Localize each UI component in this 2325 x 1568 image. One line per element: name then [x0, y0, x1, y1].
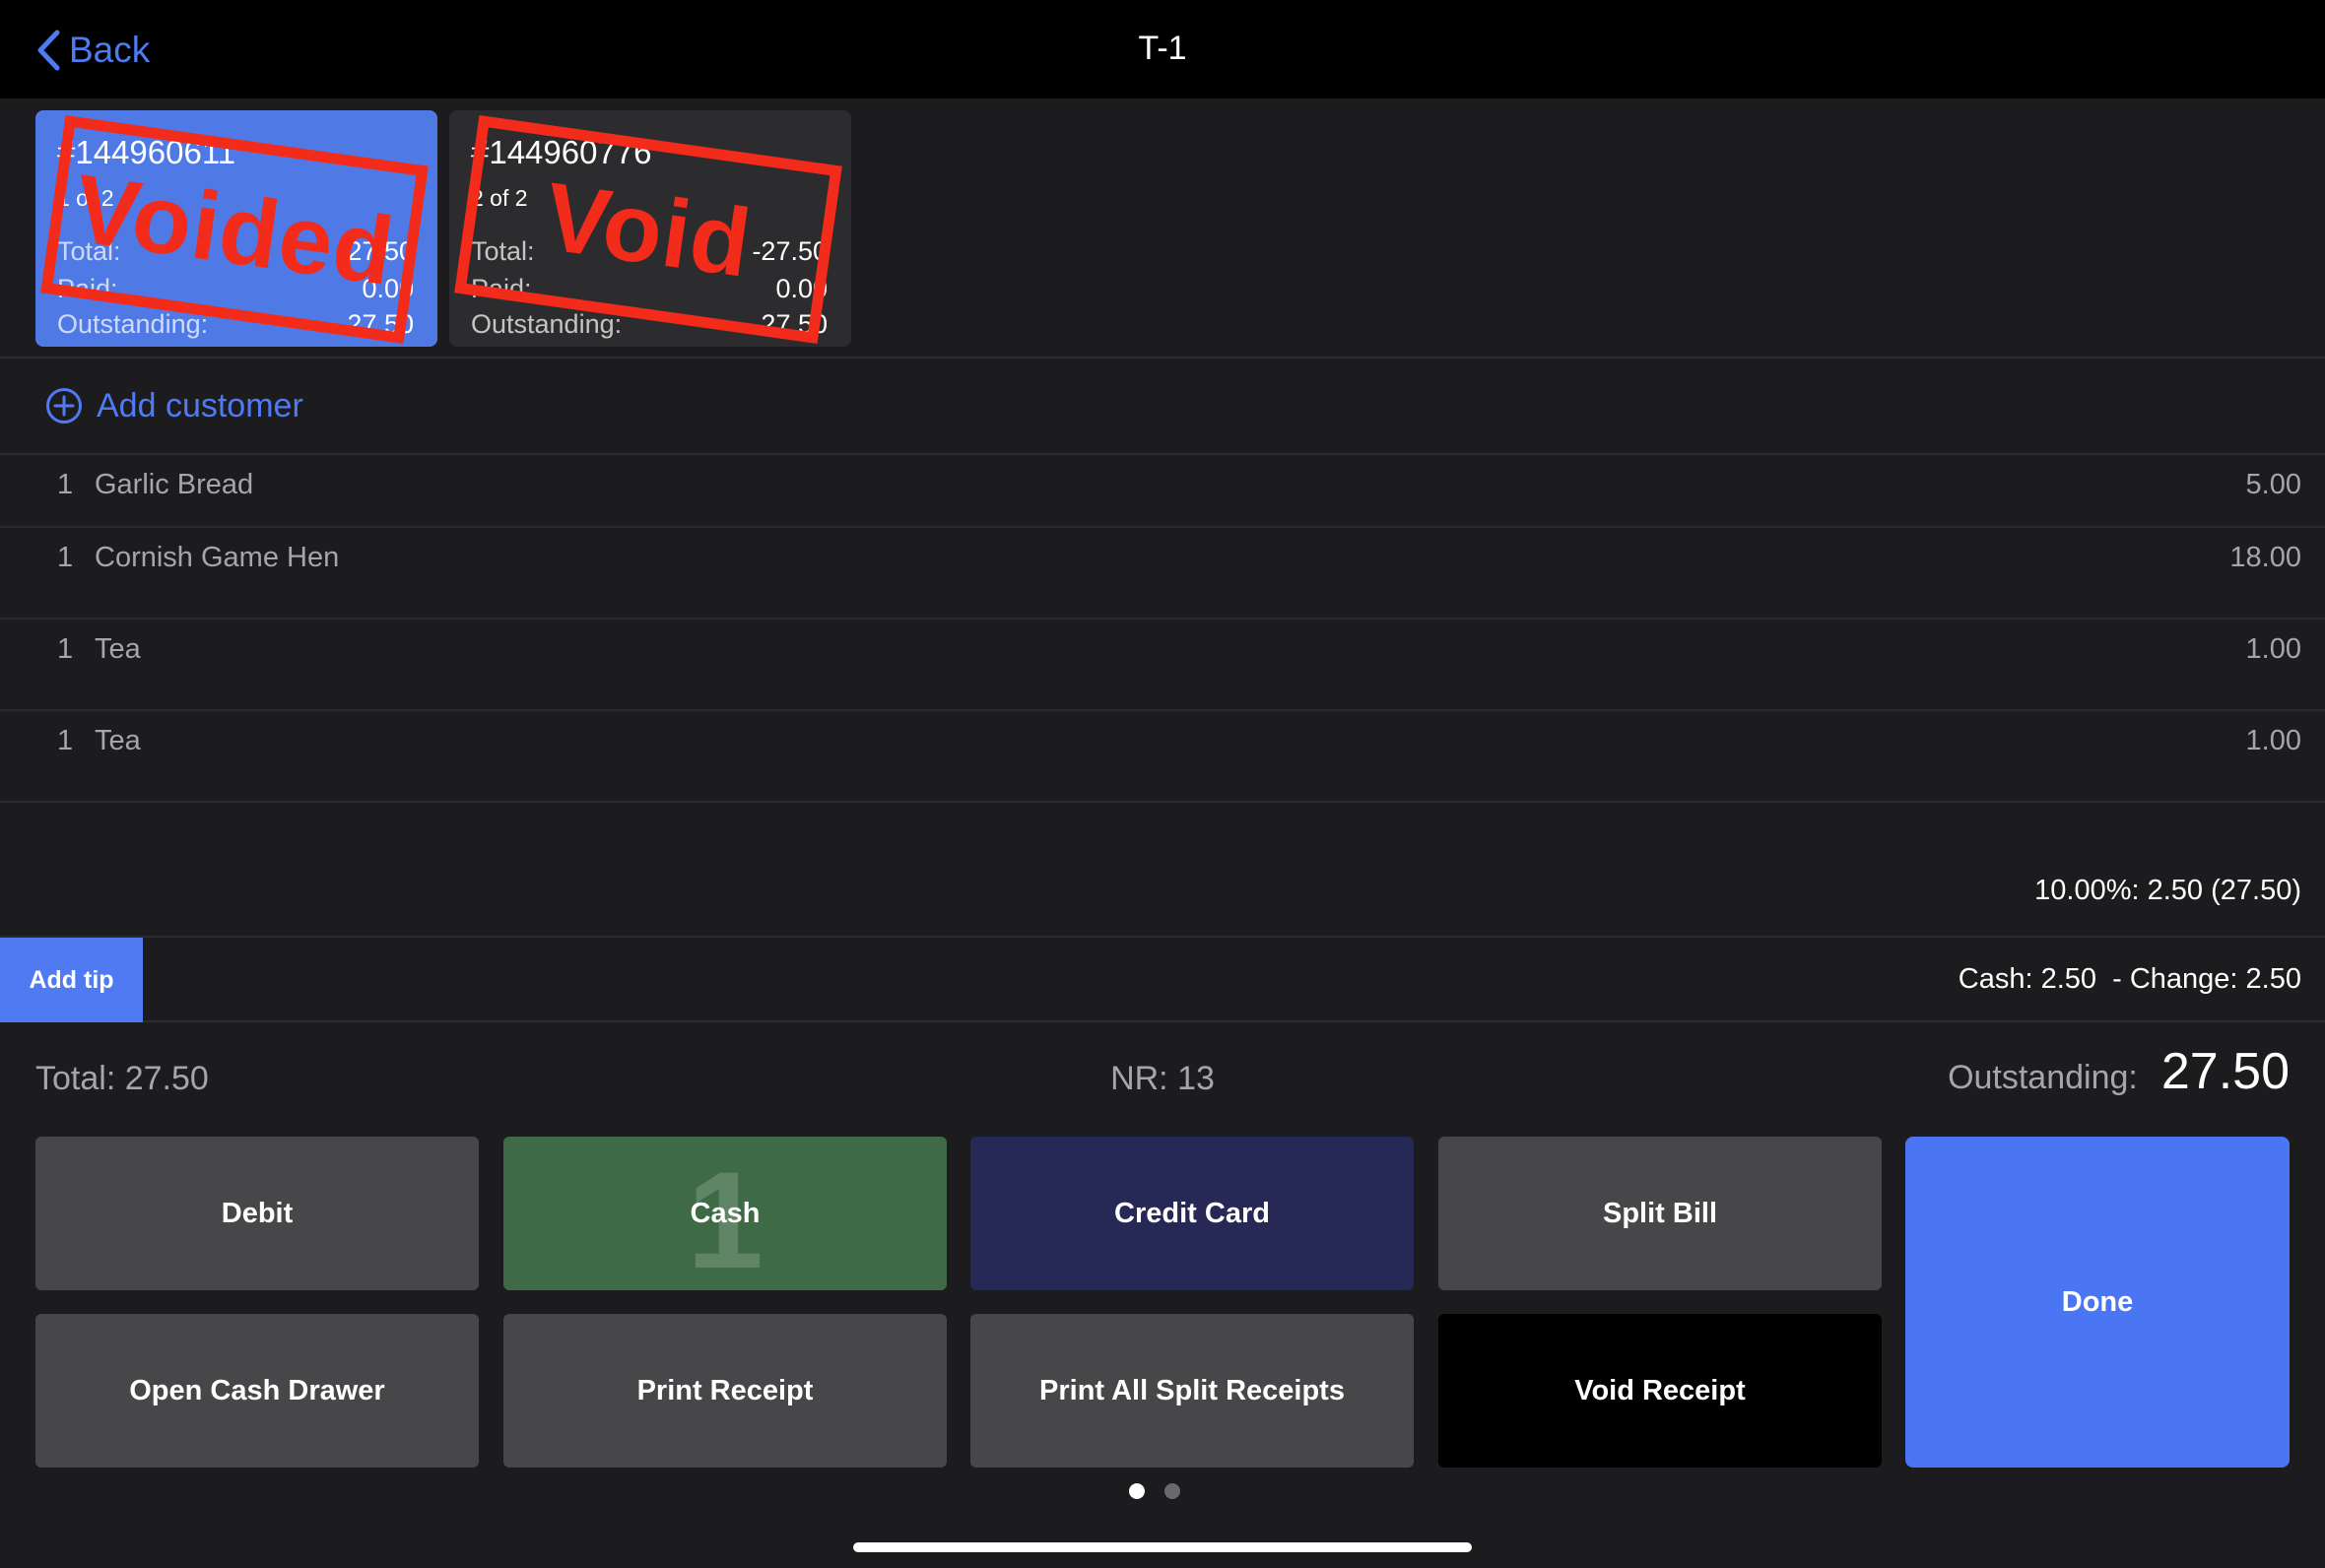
page-dot-2[interactable]	[1164, 1483, 1180, 1499]
receipt-paid-row: Paid: 0.00	[57, 274, 414, 304]
receipt-total-label: Total:	[471, 236, 535, 266]
add-customer-label: Add customer	[97, 386, 303, 425]
add-tip-button[interactable]: Add tip	[0, 938, 143, 1022]
receipt-index: 1 of 2	[57, 185, 114, 211]
tip-row: Add tip Cash: 2.50 - Change: 2.50	[0, 936, 2325, 1022]
receipt-outstanding-value: 27.50	[347, 309, 414, 339]
list-item[interactable]: 1 Tea 1.00	[0, 711, 2325, 803]
open-cash-drawer-button[interactable]: Open Cash Drawer	[35, 1314, 479, 1468]
add-customer-button[interactable]: Add customer	[0, 359, 2325, 455]
page-indicator[interactable]	[1129, 1483, 1180, 1499]
page-title: T-1	[1138, 30, 1187, 67]
item-quantity: 1	[57, 469, 74, 500]
receipt-total-row: Total: 27.50	[57, 236, 414, 267]
print-receipt-label: Print Receipt	[636, 1374, 814, 1406]
list-item[interactable]: 1 Tea 1.00	[0, 620, 2325, 711]
list-item[interactable]: 1 Garlic Bread 5.00	[0, 455, 2325, 528]
item-name: Garlic Bread	[95, 469, 254, 500]
receipt-number: #144960611	[57, 134, 236, 170]
receipt-card-1[interactable]: #144960611 1 of 2 Total: 27.50 Paid: 0.0…	[35, 110, 437, 347]
receipt-total-value: 27.50	[347, 236, 414, 266]
open-cash-drawer-label: Open Cash Drawer	[129, 1374, 385, 1406]
payment-screen: Back T-1 #144960611 1 of 2 Total: 27.50 …	[0, 0, 2325, 1568]
receipt-outstanding-label: Outstanding:	[57, 309, 209, 339]
receipt-outstanding-label: Outstanding:	[471, 309, 623, 339]
debit-label: Debit	[221, 1197, 294, 1229]
receipt-card-2[interactable]: #144960776 2 of 2 Total: -27.50 Paid: 0.…	[449, 110, 851, 347]
order-items-list: 1 Garlic Bread 5.00 1 Cornish Game Hen 1…	[0, 455, 2325, 803]
void-receipt-label: Void Receipt	[1574, 1374, 1746, 1406]
home-indicator[interactable]	[853, 1542, 1472, 1552]
void-receipt-button[interactable]: Void Receipt	[1438, 1314, 1882, 1468]
item-name: Tea	[95, 633, 141, 665]
item-quantity: 1	[57, 542, 74, 573]
receipt-paid-value: 0.00	[362, 274, 414, 303]
print-all-split-label: Print All Split Receipts	[1039, 1374, 1345, 1406]
receipt-paid-row: Paid: 0.00	[471, 274, 828, 304]
outstanding-value: 27.50	[2160, 1043, 2290, 1100]
cash-label: Cash	[690, 1197, 761, 1229]
summary-outstanding: Outstanding: 27.50	[1948, 1042, 2290, 1101]
receipt-total-value: -27.50	[752, 236, 828, 266]
split-bill-label: Split Bill	[1603, 1197, 1717, 1229]
done-button[interactable]: Done	[1905, 1137, 2290, 1468]
receipt-outstanding-row: Outstanding: 27.50	[57, 309, 414, 340]
receipt-outstanding-value: -27.50	[752, 309, 828, 339]
payment-summary: Total: 27.50 NR: 13 Outstanding: 27.50	[0, 1024, 2325, 1133]
outstanding-label: Outstanding:	[1948, 1059, 2138, 1096]
item-name: Tea	[95, 725, 141, 756]
list-item[interactable]: 1 Cornish Game Hen 18.00	[0, 528, 2325, 620]
item-quantity: 1	[57, 725, 74, 756]
receipt-paid-value: 0.00	[775, 274, 828, 303]
page-dot-1[interactable]	[1129, 1483, 1145, 1499]
done-label: Done	[2061, 1285, 2134, 1318]
credit-card-button[interactable]: Credit Card	[970, 1137, 1414, 1290]
tax-line: 10.00%: 2.50 (27.50)	[2034, 875, 2301, 906]
receipt-index: 2 of 2	[471, 185, 528, 211]
credit-card-label: Credit Card	[1114, 1197, 1270, 1229]
receipt-paid-label: Paid:	[471, 274, 532, 303]
item-quantity: 1	[57, 633, 74, 665]
print-receipt-button[interactable]: Print Receipt	[503, 1314, 947, 1468]
navigation-bar: Back T-1	[0, 0, 2325, 98]
plus-circle-icon	[46, 388, 82, 424]
split-bill-button[interactable]: Split Bill	[1438, 1137, 1882, 1290]
cash-change-text: Cash: 2.50 - Change: 2.50	[1958, 963, 2301, 995]
receipt-paid-label: Paid:	[57, 274, 118, 303]
item-name: Cornish Game Hen	[95, 542, 340, 573]
debit-button[interactable]: Debit	[35, 1137, 479, 1290]
item-price: 1.00	[2245, 633, 2301, 665]
receipt-total-label: Total:	[57, 236, 121, 266]
item-price: 18.00	[2229, 542, 2301, 573]
receipt-outstanding-row: Outstanding: -27.50	[471, 309, 828, 340]
print-all-split-receipts-button[interactable]: Print All Split Receipts	[970, 1314, 1414, 1468]
receipt-total-row: Total: -27.50	[471, 236, 828, 267]
receipt-number: #144960776	[471, 134, 652, 170]
receipts-strip: #144960611 1 of 2 Total: 27.50 Paid: 0.0…	[0, 98, 2325, 359]
item-price: 5.00	[2245, 469, 2301, 500]
cash-button[interactable]: 1 Cash	[503, 1137, 947, 1290]
item-price: 1.00	[2245, 725, 2301, 756]
